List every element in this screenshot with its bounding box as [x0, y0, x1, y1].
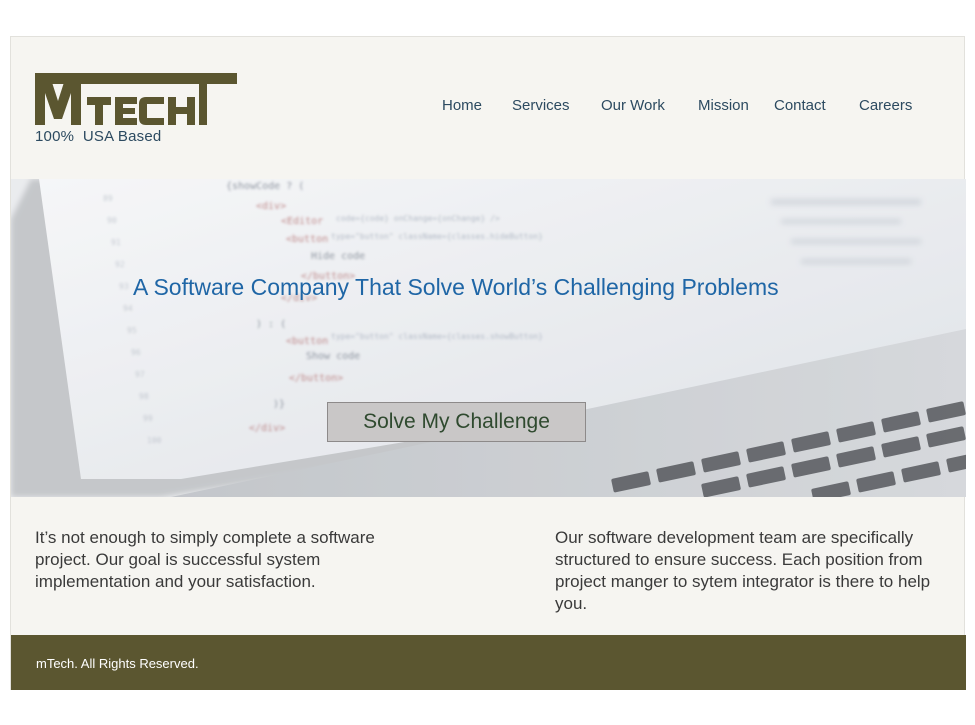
- main-nav: Home Services Our Work Mission Contact C…: [11, 97, 966, 117]
- content-section: It’s not enough to simply complete a sof…: [11, 497, 966, 635]
- solve-my-challenge-button[interactable]: Solve My Challenge: [327, 402, 586, 442]
- nav-home[interactable]: Home: [442, 97, 482, 114]
- laptop-code-background: {showCode ? ( <div> <Editor code={code} …: [11, 179, 966, 497]
- intro-paragraph-right: Our software development team are specif…: [555, 528, 931, 613]
- hero-title: A Software Company That Solve World’s Ch…: [133, 274, 779, 300]
- copyright-text: mTech. All Rights Reserved.: [36, 656, 199, 671]
- hero-section: {showCode ? ( <div> <Editor code={code} …: [11, 179, 966, 497]
- nav-services[interactable]: Services: [512, 97, 570, 114]
- logo-tagline: 100% USA Based: [35, 128, 162, 145]
- nav-our-work[interactable]: Our Work: [601, 97, 665, 114]
- intro-paragraph-left: It’s not enough to simply complete a sof…: [35, 528, 375, 591]
- nav-mission[interactable]: Mission: [698, 97, 749, 114]
- nav-contact[interactable]: Contact: [774, 97, 826, 114]
- nav-careers[interactable]: Careers: [859, 97, 912, 114]
- page-container: 100% USA Based Home Services Our Work Mi…: [10, 36, 966, 690]
- site-footer: mTech. All Rights Reserved.: [11, 635, 966, 690]
- site-header: 100% USA Based Home Services Our Work Mi…: [11, 37, 966, 179]
